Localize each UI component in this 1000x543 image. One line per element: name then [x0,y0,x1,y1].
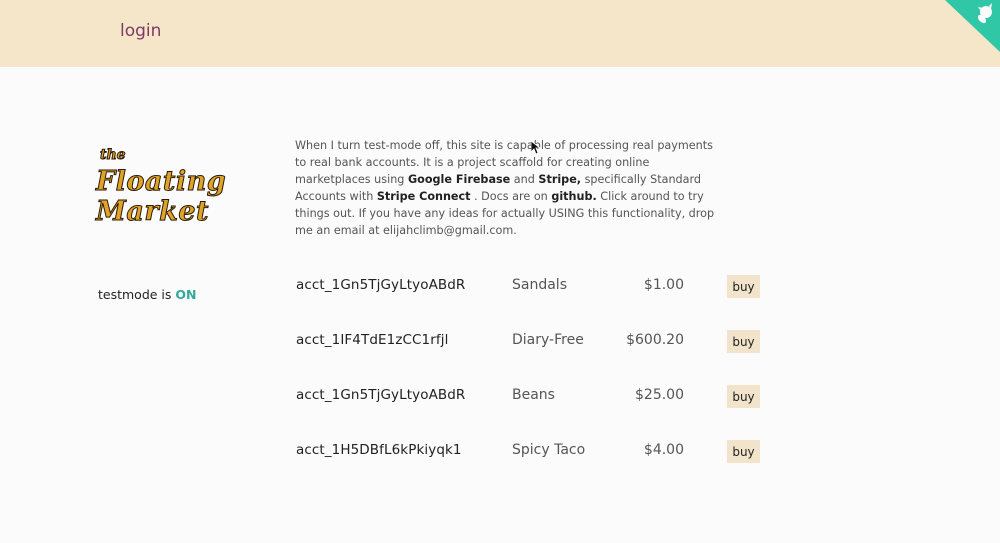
listing-row: acct_1Gn5TjGyLtyoABdR Sandals $1.00 buy [296,275,766,299]
header-bar: login [0,0,1000,67]
listing-name: Sandals [512,277,567,293]
buy-button[interactable]: buy [727,385,760,408]
testmode-label: testmode is [98,287,172,302]
intro-text-3: . Docs are on [470,190,552,203]
logo-the: the [100,147,127,163]
listing-account: acct_1Gn5TjGyLtyoABdR [296,387,466,403]
listing-price: $1.00 [643,277,684,293]
listing-account: acct_1H5DBfL6kPkiyqk1 [296,442,462,458]
stripe-connect-text: Stripe Connect [376,190,471,203]
stripe-text: Stripe, [538,173,582,186]
github-octocat-icon[interactable] [945,0,1000,52]
github-link-text: github. [551,190,597,203]
listing-account: acct_1Gn5TjGyLtyoABdR [296,277,466,293]
listing-row: acct_1H5DBfL6kPkiyqk1 Spicy Taco $4.00 b… [296,440,766,464]
listing-name: Beans [512,387,555,403]
login-link[interactable]: login [120,21,161,41]
buy-button[interactable]: buy [727,275,760,298]
intro-paragraph: When I turn test-mode off, this site is … [295,137,727,239]
listing-price: $25.00 [635,387,684,403]
github-corner[interactable] [945,0,1000,52]
logo-floating: Floating [96,166,227,197]
listing-price: $600.20 [626,332,684,348]
listing-price: $4.00 [643,442,684,458]
testmode-indicator: testmode is ON [98,287,197,302]
github-link[interactable]: github. [551,190,596,203]
listing-row: acct_1Gn5TjGyLtyoABdR Beans $25.00 buy [296,385,766,409]
intro-and: and [510,173,539,186]
buy-button[interactable]: buy [727,330,760,353]
listing-account: acct_1IF4TdE1zCC1rfjl [296,332,449,348]
mouse-pointer-icon [531,141,541,155]
listing-name: Diary-Free [512,332,584,348]
listing-row: acct_1IF4TdE1zCC1rfjl Diary-Free $600.20… [296,330,766,354]
floating-market-logo: the Floating Market [96,147,227,227]
logo-market: Market [96,196,209,227]
testmode-status: ON [175,287,197,302]
firebase-text: Google Firebase [407,173,511,186]
listing-name: Spicy Taco [512,442,586,458]
buy-button[interactable]: buy [727,440,760,463]
